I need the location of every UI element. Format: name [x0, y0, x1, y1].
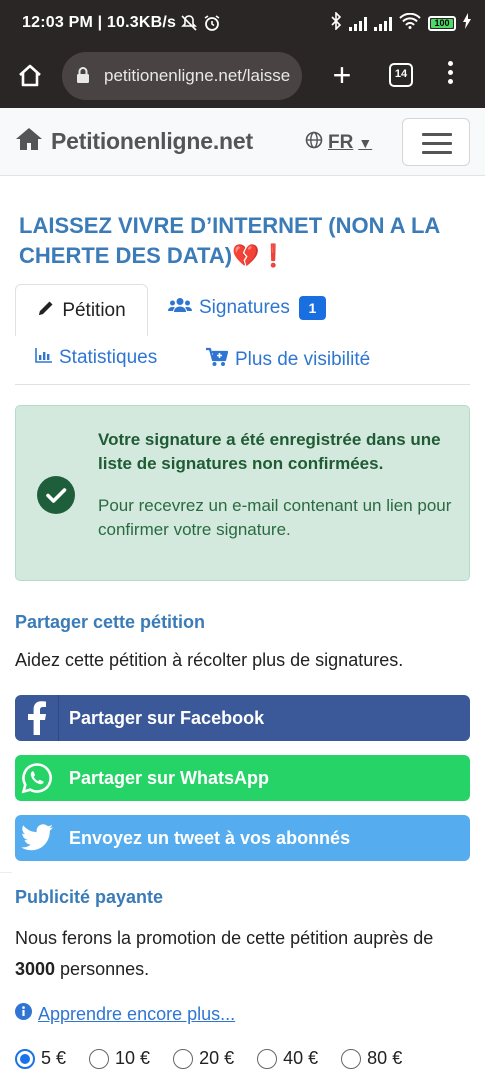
tab-petition[interactable]: Pétition — [15, 284, 148, 336]
globe-icon — [305, 131, 323, 154]
charging-icon — [463, 13, 471, 34]
users-icon — [168, 297, 192, 319]
twitter-bird-icon — [15, 815, 59, 861]
paid-text-after: personnes. — [55, 959, 150, 979]
whatsapp-icon — [15, 755, 59, 801]
paid-count: 3000 — [15, 959, 56, 979]
bluetooth-icon — [330, 11, 342, 35]
amount-option-20[interactable]: 20 € — [173, 1048, 234, 1069]
share-twitter-label: Envoyez un tweet à vos abonnés — [69, 827, 351, 848]
mute-icon — [180, 14, 198, 37]
battery-icon: 100 — [428, 16, 456, 31]
radio[interactable] — [173, 1048, 194, 1069]
facebook-icon — [15, 695, 59, 741]
radio[interactable] — [89, 1048, 110, 1069]
share-whatsapp-label: Partager sur WhatsApp — [69, 767, 270, 788]
exclamation-emoji: ❗ — [259, 243, 287, 268]
signal-icon-2 — [374, 16, 392, 31]
site-navbar: Petitionenligne.net FR ▼ — [0, 108, 485, 176]
lock-icon — [76, 66, 90, 89]
signal-icon — [349, 16, 367, 31]
amount-option-10[interactable]: 10 € — [89, 1048, 150, 1069]
paid-description: Nous ferons la promotion de cette pétiti… — [15, 923, 465, 985]
amount-label: 40 € — [283, 1048, 319, 1068]
android-status-bar: 12:03 PM | 10.3KB/s 100 — [0, 0, 485, 48]
url-text: petitionenligne.net/laisse — [104, 66, 291, 85]
amount-option-5[interactable]: 5 € — [15, 1048, 66, 1069]
check-circle-icon — [37, 476, 75, 514]
broken-heart-emoji: 💔 — [232, 243, 260, 268]
browser-toolbar: petitionenligne.net/laisse + 14 — [0, 48, 485, 108]
share-twitter-button[interactable]: Envoyez un tweet à vos abonnés — [15, 815, 470, 861]
tab-signatures-label: Signatures — [199, 297, 290, 318]
amount-label: 5 € — [41, 1048, 67, 1068]
alarm-icon — [203, 14, 221, 37]
chevron-down-icon: ▼ — [358, 134, 373, 151]
home-icon — [15, 127, 43, 156]
alert-title: Votre signature a été enregistrée dans u… — [98, 430, 441, 473]
tab-statistics[interactable]: Statistiques — [35, 347, 157, 369]
radio[interactable] — [341, 1048, 362, 1069]
amount-options: 5 € 10 € 20 € 40 € 80 € — [15, 1048, 402, 1069]
share-description: Aidez cette pétition à récolter plus de … — [15, 650, 404, 670]
petition-title-text: LAISSEZ VIVRE D’INTERNET (NON A LA CHERT… — [19, 213, 440, 268]
hamburger-menu-button[interactable] — [402, 118, 470, 166]
signatures-count-badge: 1 — [298, 296, 326, 320]
share-heading: Partager cette pétition — [15, 612, 206, 632]
radio-selected[interactable] — [15, 1048, 35, 1069]
section-divider — [0, 872, 12, 873]
amount-label: 80 € — [367, 1048, 403, 1068]
pencil-icon — [37, 299, 55, 323]
home-icon[interactable] — [16, 62, 44, 90]
wifi-icon — [399, 12, 421, 34]
share-whatsapp-button[interactable]: Partager sur WhatsApp — [15, 755, 470, 801]
tab-signatures[interactable]: Signatures 1 — [168, 296, 326, 320]
bar-chart-icon — [35, 347, 53, 369]
language-selector[interactable]: FR ▼ — [305, 131, 372, 154]
browser-menu-icon[interactable] — [446, 61, 454, 91]
alert-message: Pour recevrez un e-mail contenant un lie… — [98, 496, 452, 539]
cart-plus-icon — [205, 347, 229, 373]
amount-label: 20 € — [199, 1048, 235, 1068]
tab-switcher-button[interactable]: 14 — [389, 63, 413, 87]
amount-label: 10 € — [115, 1048, 151, 1068]
tab-visibility[interactable]: Plus de visibilité — [205, 347, 370, 373]
tab-visibility-label: Plus de visibilité — [235, 349, 371, 370]
learn-more-label: Apprendre encore plus... — [38, 1003, 236, 1024]
radio[interactable] — [257, 1048, 278, 1069]
share-facebook-button[interactable]: Partager sur Facebook — [15, 695, 470, 741]
tabs-divider — [15, 384, 470, 385]
tab-petition-label: Pétition — [62, 299, 126, 321]
tab-statistics-label: Statistiques — [59, 347, 158, 368]
amount-option-40[interactable]: 40 € — [257, 1048, 318, 1069]
site-brand-name: Petitionenligne.net — [51, 128, 253, 154]
info-circle-icon — [15, 1003, 32, 1025]
status-time: 12:03 PM | 10.3KB/s — [22, 14, 177, 31]
learn-more-link[interactable]: Apprendre encore plus... — [15, 1003, 235, 1025]
signature-success-alert: Votre signature a été enregistrée dans u… — [15, 405, 470, 581]
paid-text-before: Nous ferons la promotion de cette pétiti… — [15, 928, 434, 948]
new-tab-icon[interactable]: + — [328, 58, 356, 94]
paid-heading: Publicité payante — [15, 887, 164, 907]
petition-title: LAISSEZ VIVRE D’INTERNET (NON A LA CHERT… — [19, 211, 469, 271]
address-bar[interactable]: petitionenligne.net/laisse — [62, 52, 302, 100]
battery-level: 100 — [434, 18, 450, 28]
site-logo-link[interactable]: Petitionenligne.net — [15, 127, 253, 156]
language-code: FR — [328, 131, 354, 153]
share-facebook-label: Partager sur Facebook — [69, 707, 265, 728]
amount-option-80[interactable]: 80 € — [341, 1048, 402, 1069]
